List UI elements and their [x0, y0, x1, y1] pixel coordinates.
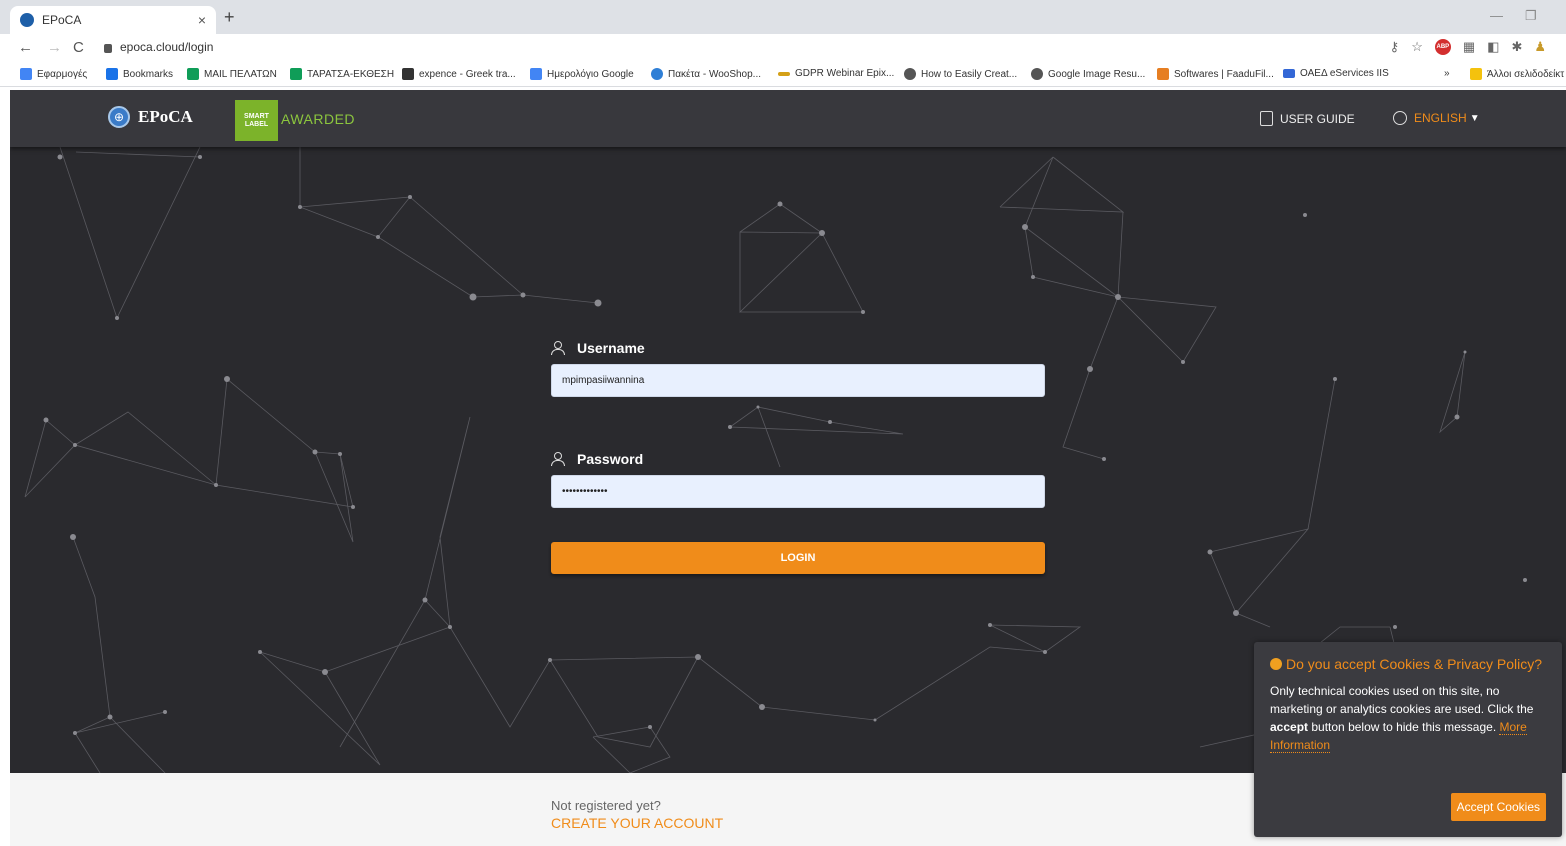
lock-icon — [104, 43, 112, 53]
not-registered-text: Not registered yet? — [551, 798, 661, 813]
bookmarks-more[interactable]: » — [1444, 68, 1450, 79]
url-field[interactable]: epoca.cloud/login — [104, 40, 213, 54]
woo-icon — [651, 68, 663, 80]
sheets-icon — [290, 68, 302, 80]
back-icon[interactable]: ← — [18, 39, 33, 56]
login-button[interactable]: LOGIN — [551, 542, 1045, 574]
cookie-title: Do you accept Cookies & Privacy Policy? — [1270, 656, 1546, 673]
create-account-link[interactable]: CREATE YOUR ACCOUNT — [551, 815, 723, 831]
bookmark-item[interactable]: Εφαρμογές — [20, 68, 87, 80]
globe-icon — [1393, 111, 1407, 125]
username-input[interactable]: mpimpasiiwannina — [551, 364, 1045, 397]
profile-icon[interactable]: ♟ — [1534, 39, 1546, 55]
user-guide-link[interactable]: USER GUIDE — [1260, 111, 1355, 126]
globe-icon — [904, 68, 916, 80]
browser-tabstrip: EPoCA × + — ❐ — [0, 0, 1566, 34]
login-form: Username mpimpasiiwannina Password •••••… — [551, 338, 1045, 574]
apps-icon — [20, 68, 32, 80]
cookie-icon — [1270, 658, 1282, 670]
accept-cookies-button[interactable]: Accept Cookies — [1450, 793, 1546, 821]
bookmark-item[interactable]: Πακέτα - WooShop... — [651, 68, 761, 80]
language-selector[interactable]: ENGLISH ▼ — [1393, 111, 1480, 125]
site-icon — [1283, 69, 1295, 78]
webinar-icon — [778, 71, 790, 76]
username-label: Username — [551, 338, 1045, 358]
url-text: epoca.cloud/login — [120, 40, 214, 54]
smart-label-badge: SMART LABEL — [235, 100, 278, 141]
extension-icon[interactable]: ◧ — [1487, 39, 1499, 55]
adblock-icon[interactable]: ABP — [1434, 39, 1451, 55]
bookmark-item[interactable]: MAIL ΠΕΛΑΤΩΝ — [187, 68, 277, 80]
password-label: Password — [551, 449, 1045, 469]
user-icon — [551, 341, 565, 355]
bookmark-item[interactable]: How to Easily Creat... — [904, 68, 1017, 80]
minimize-icon[interactable]: — — [1490, 8, 1503, 23]
bookmark-item[interactable]: GDPR Webinar Epix... — [778, 68, 894, 79]
bookmark-item[interactable]: Ημερολόγιο Google — [530, 68, 634, 80]
language-label: ENGLISH — [1414, 111, 1467, 125]
folder-icon — [1470, 68, 1482, 80]
password-input[interactable]: ••••••••••••• — [551, 475, 1045, 508]
forward-icon[interactable]: → — [47, 39, 62, 56]
puzzle-icon[interactable]: ✱ — [1511, 39, 1522, 55]
new-tab-button[interactable]: + — [224, 7, 235, 28]
globe-icon — [1031, 68, 1043, 80]
bookmark-item[interactable]: expence - Greek tra... — [402, 68, 516, 80]
restore-icon[interactable]: ❐ — [1525, 8, 1537, 24]
cookie-text: Only technical cookies used on this site… — [1270, 684, 1534, 753]
cookie-consent-popup: Do you accept Cookies & Privacy Policy? … — [1254, 642, 1562, 837]
site-icon — [402, 68, 414, 80]
caret-down-icon: ▼ — [1469, 112, 1480, 124]
bookmarks-bar: Εφαρμογές Bookmarks MAIL ΠΕΛΑΤΩΝ ΤΑΡΑΤΣΑ… — [0, 62, 1566, 87]
awarded-text: AWARDED — [281, 111, 356, 127]
tab-title: EPoCA — [42, 13, 82, 27]
close-tab-icon[interactable]: × — [198, 12, 206, 28]
key-icon[interactable]: ⚷ — [1390, 39, 1400, 55]
address-bar: ← → C epoca.cloud/login ⚷ ☆ ABP ▦ ◧ ✱ ♟ — [0, 34, 1566, 62]
globe-logo-icon: ⊕ — [108, 106, 130, 128]
extension-icon[interactable]: ▦ — [1463, 39, 1475, 55]
site-icon — [1157, 68, 1169, 80]
site-header: ⊕ EPoCA SMART LABEL AWARDED USER GUIDE E… — [10, 90, 1566, 147]
epoca-logo[interactable]: ⊕ EPoCA — [108, 106, 193, 128]
browser-tab[interactable]: EPoCA × — [10, 6, 216, 34]
star-icon — [106, 68, 118, 80]
user-icon — [551, 452, 565, 466]
logo-text: EPoCA — [138, 107, 193, 126]
epoca-favicon-icon — [20, 13, 34, 27]
star-icon[interactable]: ☆ — [1411, 39, 1423, 55]
bookmark-item[interactable]: Softwares | FaaduFil... — [1157, 68, 1274, 80]
reload-icon[interactable]: C — [73, 39, 84, 56]
register-section: Not registered yet? CREATE YOUR ACCOUNT — [551, 798, 723, 831]
bookmark-item[interactable]: Google Image Resu... — [1031, 68, 1145, 80]
bookmark-item[interactable]: ΟΑΕΔ eServices IIS — [1283, 68, 1389, 79]
other-bookmarks[interactable]: Άλλοι σελιδοδείκτ — [1470, 68, 1564, 80]
user-guide-label: USER GUIDE — [1280, 111, 1355, 126]
bookmark-item[interactable]: ΤΑΡΑΤΣΑ-ΕΚΘΕΣΗ — [290, 68, 394, 80]
bookmark-item[interactable]: Bookmarks — [106, 68, 173, 80]
extensions-area: ⚷ ☆ ABP ▦ ◧ ✱ ♟ — [1390, 39, 1546, 55]
sheets-icon — [187, 68, 199, 80]
calendar-icon — [530, 68, 542, 80]
document-icon — [1260, 111, 1273, 126]
